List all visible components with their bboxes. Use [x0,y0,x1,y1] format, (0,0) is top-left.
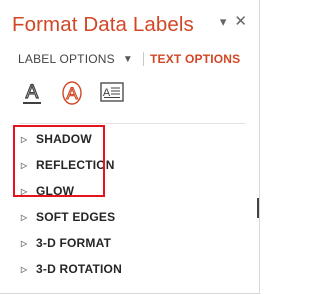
pane-title-controls: ▾ ✕ [220,14,247,29]
section-divider [18,123,246,124]
svg-text:A: A [26,82,39,103]
text-cursor [257,198,259,218]
section-label: 3-D FORMAT [36,236,112,250]
tab-divider [142,52,144,66]
text-fill-outline-icon: A [23,81,41,104]
text-box-button[interactable]: A [98,80,126,108]
text-fill-outline-button[interactable]: A [18,80,46,108]
tab-label-options[interactable]: LABEL OPTIONS [18,52,115,66]
expand-arrow-icon: ▷ [21,212,28,222]
section-3d-format[interactable]: ▷ 3-D FORMAT [18,230,122,256]
expand-arrow-icon: ▷ [21,264,28,274]
expand-arrow-icon: ▷ [21,238,28,248]
text-options-icon-bar: A A A [18,80,126,108]
section-soft-edges[interactable]: ▷ SOFT EDGES [18,204,122,230]
format-data-labels-pane: Format Data Labels ▾ ✕ LABEL OPTIONS ▼ T… [0,0,260,294]
options-tabs: LABEL OPTIONS ▼ TEXT OPTIONS [18,52,240,66]
pane-title: Format Data Labels [12,13,194,36]
chevron-down-icon[interactable]: ▼ [123,54,133,65]
text-effects-button[interactable]: A [58,80,86,108]
highlight-box [13,125,105,197]
section-label: SOFT EDGES [36,210,116,224]
section-3d-rotation[interactable]: ▷ 3-D ROTATION [18,256,122,282]
pane-options-dropdown-icon[interactable]: ▾ [220,15,227,29]
section-label: 3-D ROTATION [36,262,122,276]
close-icon[interactable]: ✕ [234,14,247,29]
tab-text-options[interactable]: TEXT OPTIONS [150,52,240,66]
text-box-icon: A [100,82,124,102]
svg-text:A: A [66,84,78,103]
text-effects-icon: A [62,81,82,105]
